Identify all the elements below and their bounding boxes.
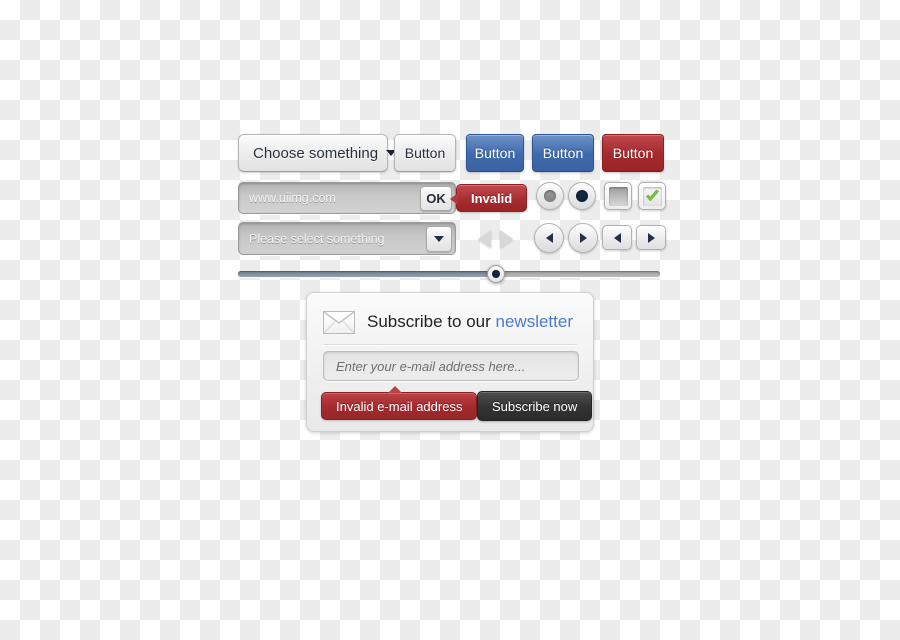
subscribe-button[interactable]: Subscribe now (477, 391, 593, 421)
radio-button-selected-icon[interactable] (568, 182, 596, 210)
arrow-right-icon (579, 233, 587, 243)
checkbox-inner (608, 186, 628, 206)
select-dropdown[interactable]: Please select something (238, 222, 456, 255)
invalid-email-label: Invalid e-mail address (336, 398, 463, 414)
select-value: Please select something (249, 231, 385, 246)
subscribe-button-label: Subscribe now (492, 398, 578, 414)
arrow-right-icon (647, 232, 655, 243)
grey-button[interactable]: Button (394, 134, 456, 172)
newsletter-title-prefix: Subscribe to our (367, 312, 496, 331)
status-badge: Invalid e-mail address (321, 386, 478, 420)
newsletter-panel: Subscribe to our newsletter Enter your e… (306, 292, 594, 432)
url-input-group[interactable]: www.uiimg.com OK (238, 182, 456, 214)
grey-button-label: Button (404, 145, 446, 161)
checkbox-checked-icon[interactable] (638, 182, 666, 210)
newsletter-header: Subscribe to our newsletter (323, 306, 577, 338)
ok-button-label: OK (426, 190, 446, 206)
divider (323, 344, 577, 345)
blue-button-2-label: Button (542, 145, 584, 161)
invalid-badge-label: Invalid (471, 190, 513, 206)
checkbox-icon[interactable] (604, 182, 632, 210)
slider[interactable] (238, 265, 660, 284)
url-input[interactable]: www.uiimg.com (249, 191, 420, 205)
red-button-label: Button (612, 145, 654, 161)
arrow-left-icon (545, 233, 553, 243)
blue-button-1-label: Button (474, 145, 516, 161)
triangle-left-icon[interactable] (478, 230, 491, 248)
radio-button-icon[interactable] (536, 182, 564, 210)
round-next-button[interactable] (568, 223, 598, 253)
slider-handle-core (492, 270, 500, 278)
slider-handle-icon[interactable] (487, 265, 505, 283)
arrow-left-icon (613, 232, 621, 243)
radio-dot-selected (576, 190, 588, 202)
radio-dot (544, 190, 556, 202)
blue-button-1[interactable]: Button (466, 134, 524, 172)
triangle-right-icon[interactable] (500, 230, 513, 248)
choose-something-label: Choose something (253, 144, 379, 162)
email-field[interactable]: Enter your e-mail address here... (323, 351, 579, 381)
chevron-down-icon (434, 235, 444, 242)
red-button[interactable]: Button (602, 134, 664, 172)
envelope-icon (323, 310, 355, 334)
checkbox-inner-checked (642, 186, 662, 206)
invalid-badge: Invalid (449, 184, 528, 212)
select-arrow-button[interactable] (426, 225, 452, 252)
ok-button[interactable]: OK (420, 185, 452, 211)
round-prev-button[interactable] (534, 223, 564, 253)
blue-button-2[interactable]: Button (532, 134, 594, 172)
choose-something-dropdown[interactable]: Choose something (238, 134, 397, 172)
slider-fill (238, 271, 496, 277)
rect-prev-button[interactable] (602, 225, 632, 250)
email-placeholder: Enter your e-mail address here... (336, 358, 526, 374)
page-title: Subscribe to our newsletter (367, 312, 573, 332)
newsletter-title-accent: newsletter (495, 312, 573, 331)
ui-kit-stage: Choose something Button Button Button Bu… (0, 0, 900, 640)
check-mark-icon (645, 189, 659, 201)
rect-next-button[interactable] (636, 225, 666, 250)
